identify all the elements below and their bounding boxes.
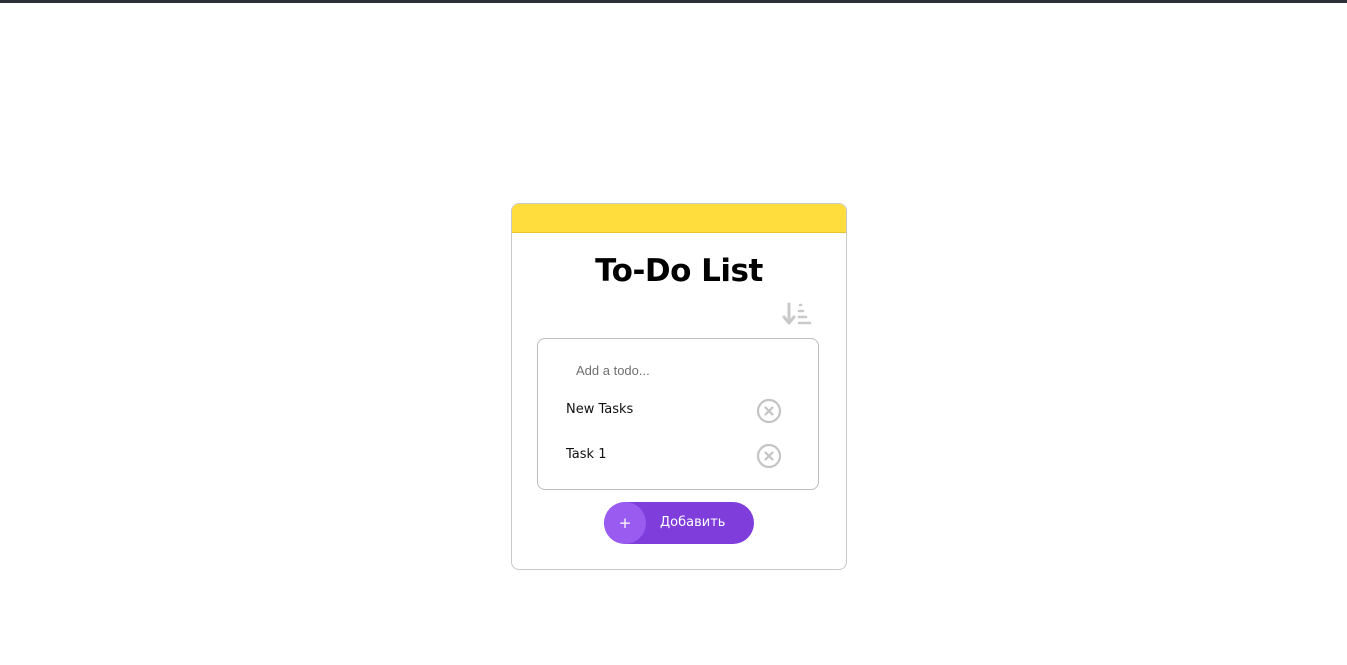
sort-button[interactable] xyxy=(782,301,814,329)
list-item: Task 1 xyxy=(566,441,794,471)
add-todo-button[interactable]: + Добавить xyxy=(604,502,754,544)
sort-descending-icon xyxy=(782,302,812,325)
card-header xyxy=(512,204,846,233)
remove-todo-button[interactable] xyxy=(756,398,782,424)
browser-top-border xyxy=(0,0,1347,3)
close-circle-icon xyxy=(756,398,782,424)
todo-text[interactable]: New Tasks xyxy=(566,402,633,417)
todo-card: To-Do List New Tasks Task 1 xyxy=(511,203,847,570)
add-button-label: Добавить xyxy=(660,515,726,530)
todo-list: New Tasks Task 1 xyxy=(537,338,819,490)
remove-todo-button[interactable] xyxy=(756,443,782,469)
list-item: New Tasks xyxy=(566,396,794,426)
close-circle-icon xyxy=(756,443,782,469)
todo-text[interactable]: Task 1 xyxy=(566,447,606,462)
plus-icon: + xyxy=(604,502,646,544)
page-title: To-Do List xyxy=(595,253,763,289)
todo-input[interactable] xyxy=(564,357,794,383)
